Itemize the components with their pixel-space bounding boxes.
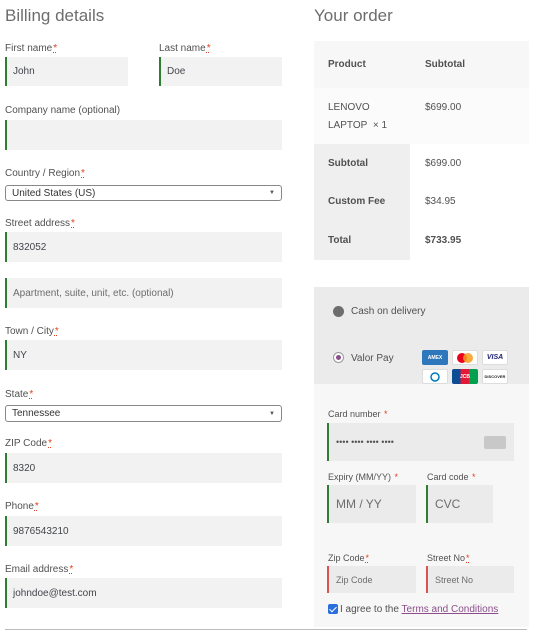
order-total-label: Total <box>328 235 352 246</box>
order-col-subtotal: Subtotal <box>425 59 465 70</box>
email-input[interactable]: johndoe@test.com <box>5 578 282 608</box>
street-input[interactable]: 832052 <box>5 232 282 262</box>
first-name-label: First name* <box>5 43 58 54</box>
order-item-row <box>314 88 529 144</box>
zip-label: ZIP Code* <box>5 438 52 449</box>
order-total-value: $733.95 <box>425 235 462 246</box>
cvc-input[interactable]: CVC <box>426 485 493 523</box>
state-select-value: Tennessee <box>12 408 61 419</box>
email-label: Email address* <box>5 564 74 575</box>
billing-heading: Billing details <box>5 6 105 25</box>
terms-checkbox[interactable] <box>328 604 338 614</box>
country-select-value: United States (US) <box>12 187 96 199</box>
pay-zip-input[interactable]: Zip Code <box>327 566 416 593</box>
mastercard-circles-icon <box>457 352 473 363</box>
street-label: Street address* <box>5 218 75 229</box>
valor-label[interactable]: Valor Pay <box>351 353 394 364</box>
expiry-input[interactable]: MM / YY <box>327 485 416 523</box>
jcb-card-icon: JCB <box>452 369 478 384</box>
phone-label: Phone* <box>5 501 39 512</box>
company-input[interactable] <box>5 120 282 150</box>
zip-input[interactable]: 8320 <box>5 453 282 483</box>
last-name-label: Last name* <box>159 43 211 54</box>
order-item-name-line1: LENOVO <box>328 102 370 113</box>
country-label: Country / Region* <box>5 168 85 179</box>
card-number-input[interactable]: •••• •••• •••• •••• <box>327 423 514 461</box>
divider <box>5 629 527 630</box>
state-select[interactable]: Tennessee ▼ <box>5 405 282 422</box>
cod-radio[interactable] <box>333 306 344 317</box>
apartment-input[interactable]: Apartment, suite, unit, etc. (optional) <box>5 278 282 308</box>
expiry-label: Expiry (MM/YY) * <box>328 472 399 482</box>
amex-card-icon: AMEX <box>422 350 448 365</box>
mastercard-icon <box>452 350 478 365</box>
phone-input[interactable]: 9876543210 <box>5 516 282 546</box>
order-item-name-line2: LAPTOP × 1 <box>328 120 388 131</box>
card-brand-icon <box>484 436 506 449</box>
order-subtotal-label: Subtotal <box>328 158 368 169</box>
cvc-label: Card code * <box>427 472 476 482</box>
country-select[interactable]: United States (US) ▼ <box>5 185 282 201</box>
town-input[interactable]: NY <box>5 340 282 370</box>
valor-radio[interactable] <box>333 352 344 363</box>
diners-circle-icon <box>430 371 440 382</box>
caret-down-icon: ▼ <box>269 410 275 417</box>
pay-zip-label: Zip Code* <box>328 553 370 563</box>
card-number-label: Card number * <box>328 409 388 419</box>
order-col-product: Product <box>328 59 366 70</box>
terms-text: I agree to the Terms and Conditions <box>340 604 499 615</box>
caret-down-icon: ▼ <box>269 190 275 196</box>
terms-link[interactable]: Terms and Conditions <box>402 604 499 615</box>
company-label: Company name (optional) <box>5 105 121 116</box>
pay-street-input[interactable]: Street No <box>426 566 514 593</box>
order-fee-value: $34.95 <box>425 196 456 207</box>
last-name-input[interactable]: Doe <box>159 57 282 86</box>
order-fee-label: Custom Fee <box>328 196 386 207</box>
card-number-placeholder: •••• •••• •••• •••• <box>336 437 394 447</box>
order-item-price: $699.00 <box>425 102 462 113</box>
order-subtotal-value: $699.00 <box>425 158 462 169</box>
order-item-qty: × 1 <box>372 120 388 131</box>
order-heading: Your order <box>314 6 393 25</box>
discover-card-icon: DISCOVER <box>482 369 508 384</box>
cod-label[interactable]: Cash on delivery <box>351 306 425 317</box>
town-label: Town / City* <box>5 326 59 337</box>
visa-card-icon: VISA <box>482 350 508 365</box>
diners-card-icon <box>422 369 448 384</box>
state-label: State* <box>5 389 34 400</box>
pay-street-label: Street No* <box>427 553 470 563</box>
first-name-input[interactable]: John <box>5 57 128 86</box>
